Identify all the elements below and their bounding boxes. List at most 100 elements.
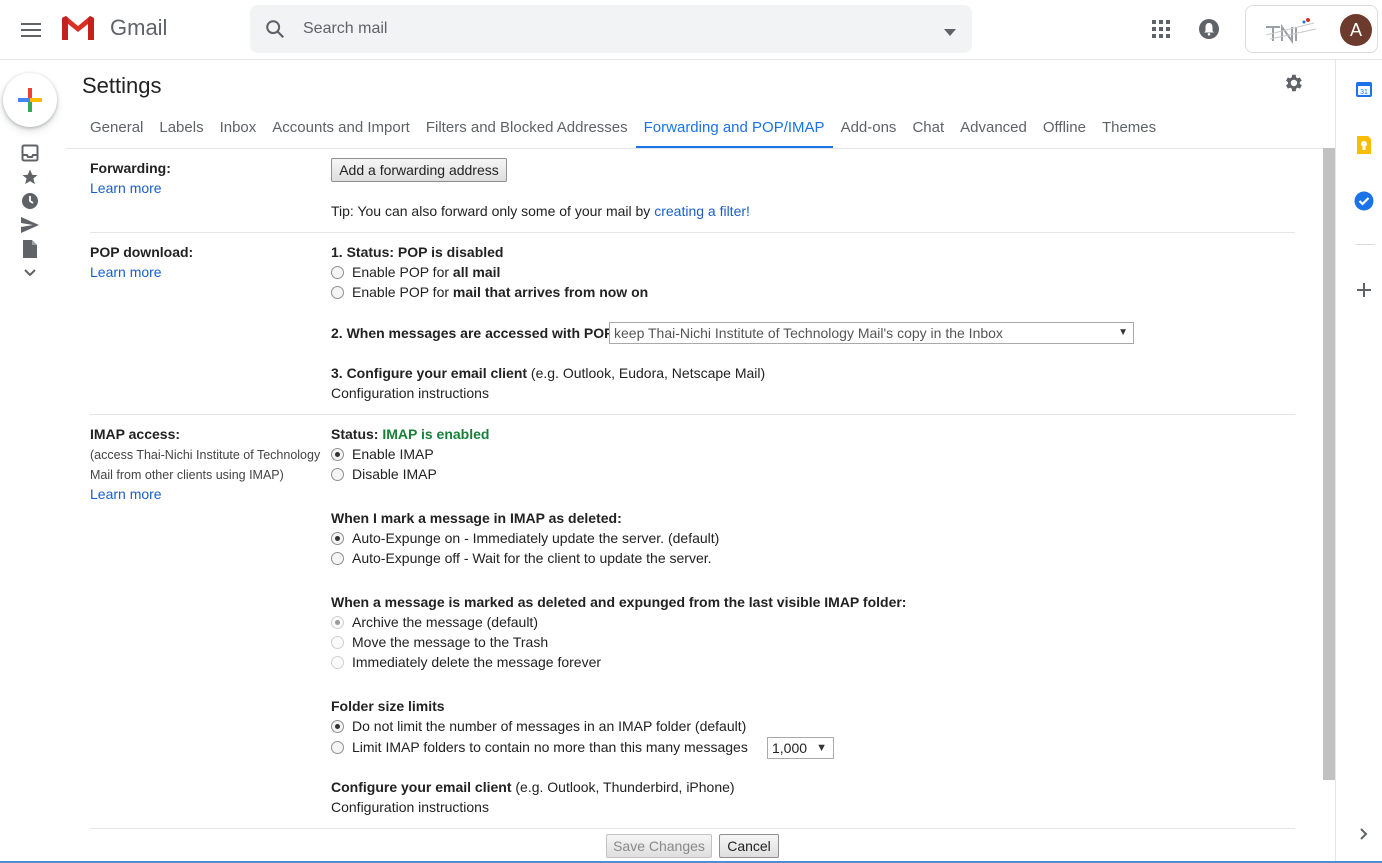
tab-accounts-and-import[interactable]: Accounts and Import xyxy=(264,110,418,148)
message-limit-select[interactable]: 1,000 ▼ xyxy=(767,737,834,759)
more-chevron-icon[interactable] xyxy=(20,263,40,283)
section-divider xyxy=(90,414,1295,415)
sent-icon[interactable] xyxy=(20,215,40,235)
create-filter-link[interactable]: creating a filter! xyxy=(654,203,750,219)
tab-advanced[interactable]: Advanced xyxy=(952,110,1035,148)
settings-gear-icon[interactable] xyxy=(1282,72,1304,94)
imap-status: Status: IMAP is enabled xyxy=(331,426,489,442)
delete-forever-radio[interactable] xyxy=(331,656,344,669)
tab-inbox[interactable]: Inbox xyxy=(212,110,265,148)
tab-themes[interactable]: Themes xyxy=(1094,110,1164,148)
cancel-button[interactable]: Cancel xyxy=(719,834,779,858)
search-icon[interactable] xyxy=(264,18,286,43)
side-panel: 31 xyxy=(1335,60,1382,863)
archive-message-option[interactable]: Archive the message (default) xyxy=(331,614,538,630)
delete-forever-option[interactable]: Immediately delete the message forever xyxy=(331,654,601,670)
forwarding-tip: Tip: You can also forward only some of y… xyxy=(331,203,750,219)
svg-text:31: 31 xyxy=(1360,89,1368,96)
imap-description-line2: Mail from other clients using IMAP) xyxy=(90,468,284,482)
account-avatar[interactable]: A xyxy=(1340,14,1372,46)
tab-forwarding-and-pop-imap[interactable]: Forwarding and POP/IMAP xyxy=(635,110,833,148)
tab-chat[interactable]: Chat xyxy=(904,110,952,148)
imap-description: (access Thai-Nichi Institute of Technolo… xyxy=(90,445,320,485)
enable-imap-label: Enable IMAP xyxy=(352,446,434,462)
move-to-trash-label: Move the message to the Trash xyxy=(352,634,549,650)
limit-folders-radio[interactable] xyxy=(331,741,344,754)
pop-from-now-option[interactable]: Enable POP for mail that arrives from no… xyxy=(331,284,648,300)
imap-status-prefix: Status: xyxy=(331,426,383,442)
gmail-logo[interactable]: Gmail xyxy=(60,14,167,42)
message-limit-value: 1,000 xyxy=(772,740,808,756)
drafts-icon[interactable] xyxy=(20,239,40,259)
snoozed-clock-icon[interactable] xyxy=(20,191,40,211)
forwarding-label: Forwarding: xyxy=(90,160,171,176)
disable-imap-radio[interactable] xyxy=(331,468,344,481)
pop-all-mail-prefix: Enable POP for xyxy=(352,264,453,280)
tab-add-ons[interactable]: Add-ons xyxy=(833,110,905,148)
starred-icon[interactable] xyxy=(20,167,40,187)
pop-status-prefix: 1. Status: xyxy=(331,244,398,260)
enable-imap-radio[interactable] xyxy=(331,448,344,461)
pop-accessed-select[interactable]: keep Thai-Nichi Institute of Technology … xyxy=(609,322,1134,344)
search-bar xyxy=(250,5,972,53)
settings-scrollbar[interactable] xyxy=(1323,148,1335,780)
add-forwarding-address-button[interactable]: Add a forwarding address xyxy=(331,158,507,182)
imap-learn-more-link[interactable]: Learn more xyxy=(90,486,162,502)
tab-offline[interactable]: Offline xyxy=(1035,110,1094,148)
auto-expunge-on-radio[interactable] xyxy=(331,532,344,545)
inbox-icon[interactable] xyxy=(20,143,40,163)
hamburger-icon xyxy=(21,23,41,37)
disable-imap-label: Disable IMAP xyxy=(352,466,437,482)
search-options-dropdown-icon[interactable] xyxy=(944,23,956,39)
no-limit-radio[interactable] xyxy=(331,720,344,733)
main-menu-button[interactable] xyxy=(14,13,48,47)
auto-expunge-off-radio[interactable] xyxy=(331,552,344,565)
tab-general[interactable]: General xyxy=(82,110,151,148)
select-arrow-icon: ▼ xyxy=(1118,327,1128,338)
notifications-button[interactable] xyxy=(1191,11,1227,47)
imap-deleted-heading: When I mark a message in IMAP as deleted… xyxy=(331,510,622,526)
imap-configure-rest: (e.g. Outlook, Thunderbird, iPhone) xyxy=(511,779,735,795)
auto-expunge-off-option[interactable]: Auto-Expunge off - Wait for the client t… xyxy=(331,550,712,566)
tab-labels[interactable]: Labels xyxy=(151,110,211,148)
get-add-ons-plus-icon[interactable] xyxy=(1353,279,1375,301)
pop-configuration-instructions-link[interactable]: Configuration instructions xyxy=(331,385,489,401)
move-to-trash-radio[interactable] xyxy=(331,636,344,649)
pop-from-now-prefix: Enable POP for xyxy=(352,284,453,300)
enable-imap-option[interactable]: Enable IMAP xyxy=(331,446,434,462)
folder-size-heading: Folder size limits xyxy=(331,698,445,714)
tasks-icon[interactable] xyxy=(1353,190,1375,212)
google-apps-button[interactable] xyxy=(1143,11,1179,47)
settings-tabs: General Labels Inbox Accounts and Import… xyxy=(82,110,1164,148)
save-changes-button[interactable]: Save Changes xyxy=(606,834,712,858)
pop-all-mail-option[interactable]: Enable POP for all mail xyxy=(331,264,500,280)
pop-all-mail-radio[interactable] xyxy=(331,266,344,279)
disable-imap-option[interactable]: Disable IMAP xyxy=(331,466,437,482)
compose-button[interactable] xyxy=(3,73,57,127)
keep-icon[interactable] xyxy=(1353,134,1375,156)
pop-all-mail-bold: all mail xyxy=(452,264,501,280)
limit-folders-option[interactable]: Limit IMAP folders to contain no more th… xyxy=(331,739,748,755)
no-limit-label: Do not limit the number of messages in a… xyxy=(352,718,747,734)
expand-panel-chevron-icon[interactable] xyxy=(1353,823,1375,845)
imap-expunged-heading: When a message is marked as deleted and … xyxy=(331,594,907,610)
forwarding-learn-more-link[interactable]: Learn more xyxy=(90,180,162,196)
archive-message-radio[interactable] xyxy=(331,616,344,629)
no-limit-option[interactable]: Do not limit the number of messages in a… xyxy=(331,718,746,734)
pop-from-now-radio[interactable] xyxy=(331,286,344,299)
forwarding-tip-text: Tip: You can also forward only some of y… xyxy=(331,203,655,219)
tab-filters-and-blocked-addresses[interactable]: Filters and Blocked Addresses xyxy=(418,110,636,148)
pop-learn-more-link[interactable]: Learn more xyxy=(90,264,162,280)
organization-logo xyxy=(1265,18,1317,45)
move-to-trash-option[interactable]: Move the message to the Trash xyxy=(331,634,548,650)
pop-accessed-select-value: keep Thai-Nichi Institute of Technology … xyxy=(614,325,1003,341)
auto-expunge-on-label: Auto-Expunge on - Immediately update the… xyxy=(352,530,720,546)
imap-configuration-instructions-link[interactable]: Configuration instructions xyxy=(331,799,489,815)
search-input[interactable] xyxy=(303,17,903,41)
account-switcher[interactable]: A xyxy=(1245,5,1378,53)
auto-expunge-on-option[interactable]: Auto-Expunge on - Immediately update the… xyxy=(331,530,719,546)
archive-message-label: Archive the message (default) xyxy=(352,614,538,630)
imap-configure-bold: Configure your email client xyxy=(331,779,512,795)
calendar-icon[interactable]: 31 xyxy=(1353,78,1375,100)
pop-configure-client: 3. Configure your email client (e.g. Out… xyxy=(331,365,765,381)
